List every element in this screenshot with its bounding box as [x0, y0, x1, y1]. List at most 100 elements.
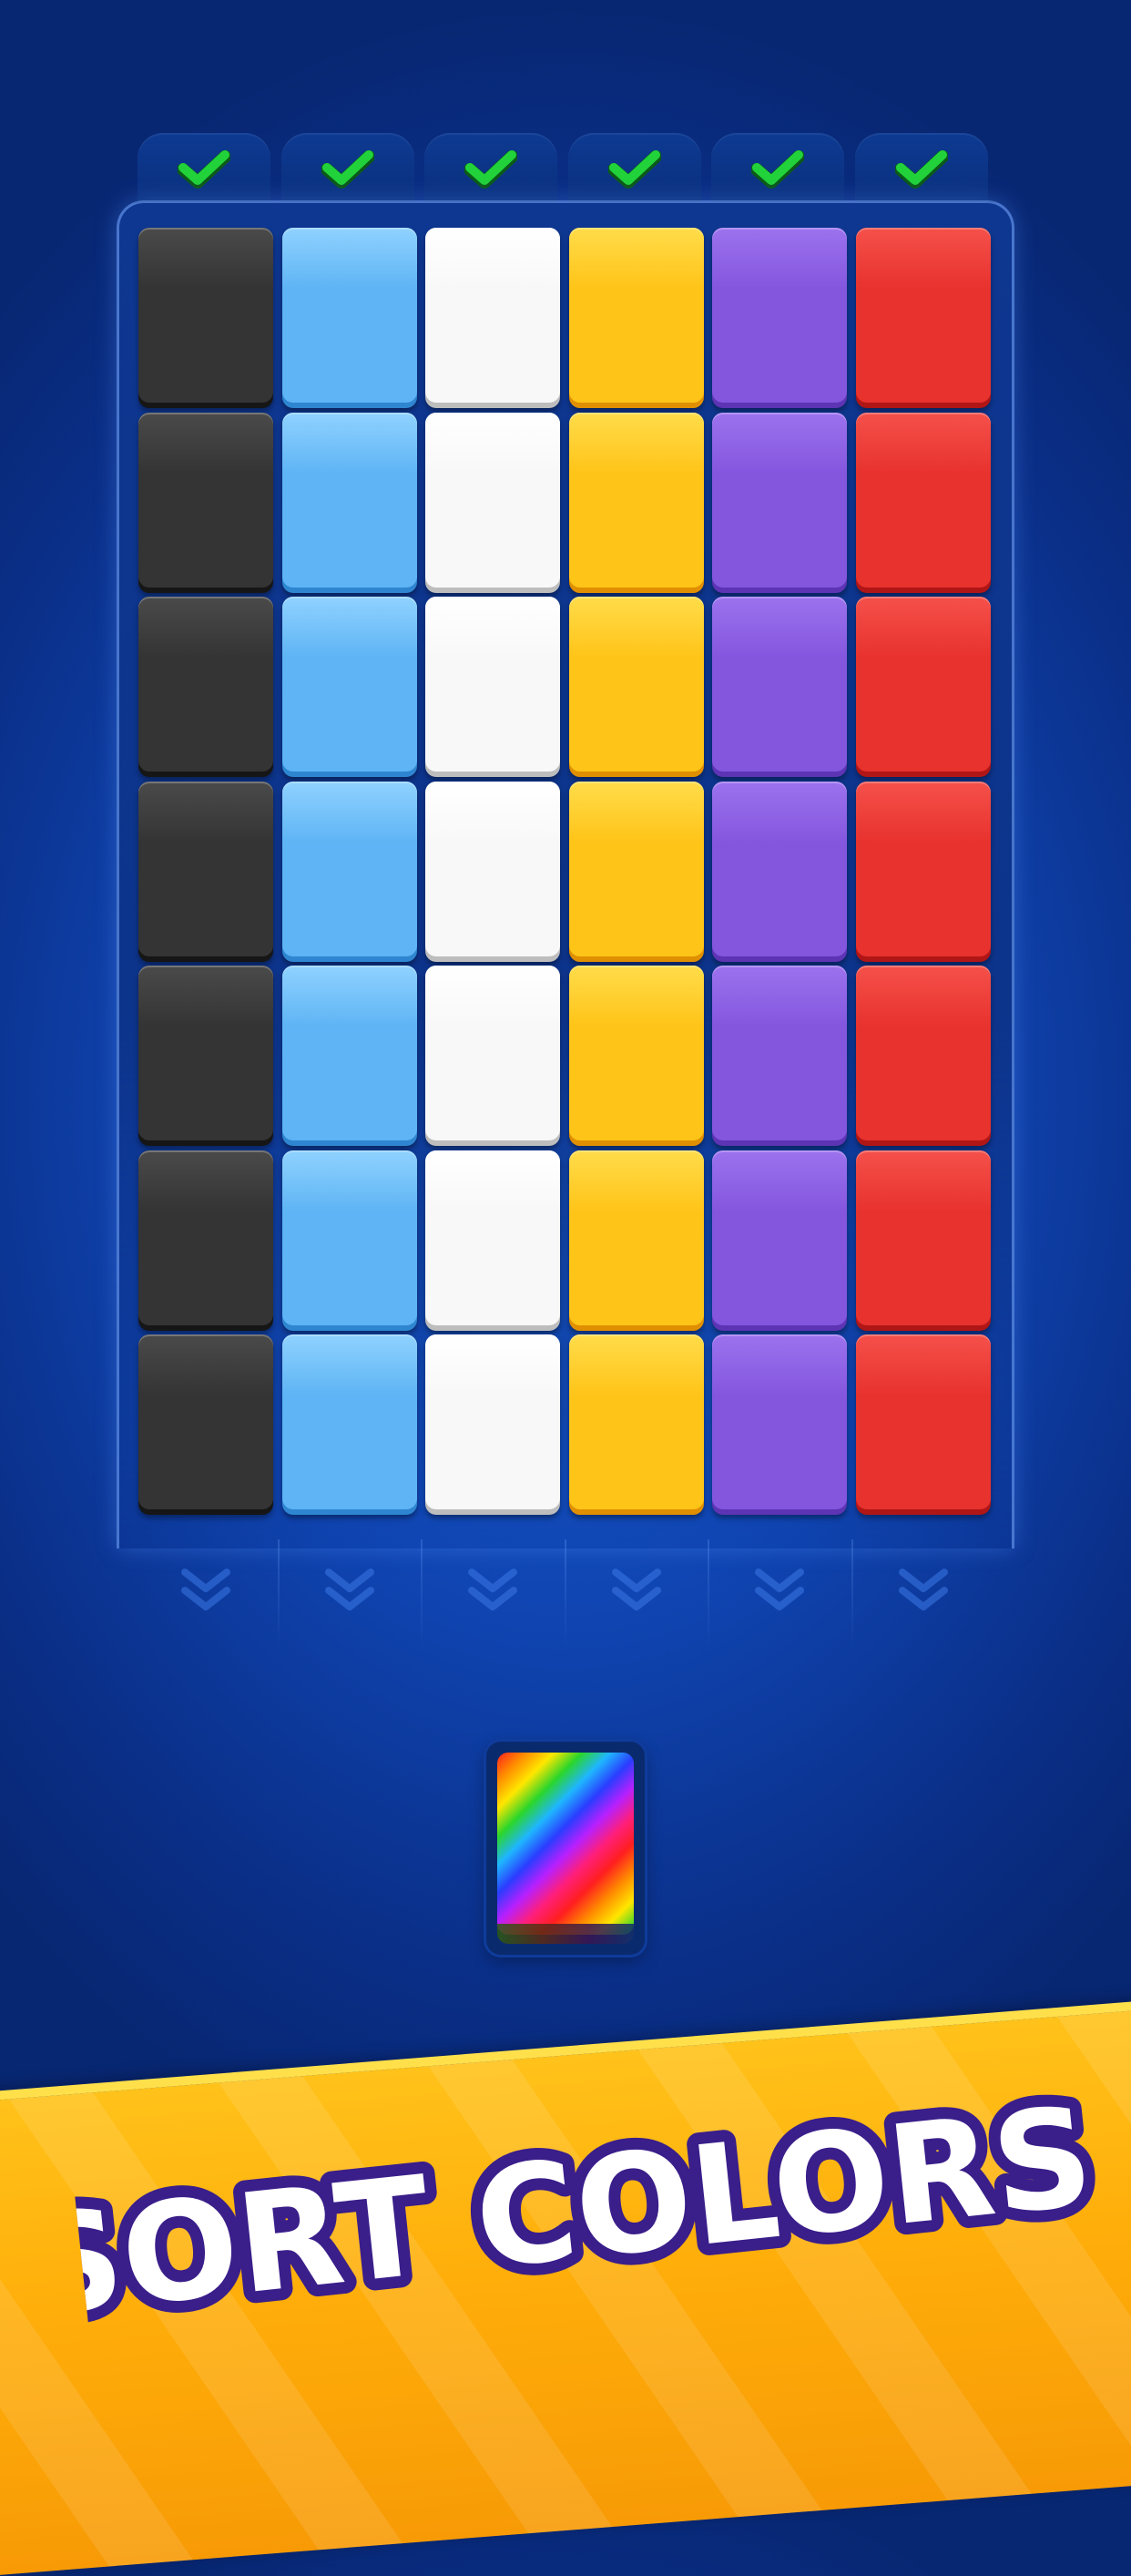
tile-face	[138, 412, 273, 588]
tile-face	[138, 1150, 273, 1325]
tile-black[interactable]	[138, 228, 273, 408]
tile-white[interactable]	[425, 597, 560, 777]
checkmark-icon	[321, 150, 374, 189]
chevron-down-icon	[611, 1569, 661, 1610]
tile-red[interactable]	[855, 1150, 991, 1331]
tile-red[interactable]	[855, 412, 991, 593]
chevron-down-icon	[324, 1569, 374, 1610]
tile-face	[712, 1150, 847, 1325]
tile-red[interactable]	[855, 781, 991, 962]
tile-red[interactable]	[855, 228, 991, 408]
column-tab-purple	[711, 133, 844, 206]
tile-face	[855, 1150, 991, 1325]
tile-face	[138, 966, 273, 1140]
tile-purple[interactable]	[712, 597, 847, 777]
chevron-down-icon	[755, 1569, 804, 1610]
tile-yellow[interactable]	[568, 228, 704, 408]
tile-face	[568, 412, 704, 588]
checkmark-icon	[464, 150, 517, 189]
tile-face	[568, 1150, 704, 1325]
tile-face	[425, 597, 560, 772]
wild-card-slot[interactable]	[486, 1742, 645, 1955]
tile-face	[568, 966, 704, 1140]
tile-face	[855, 966, 991, 1140]
tile-face	[281, 1334, 417, 1509]
rainbow-card[interactable]	[497, 1753, 634, 1935]
tile-face	[568, 1334, 704, 1509]
tile-light-blue[interactable]	[281, 1334, 417, 1515]
tile-face	[138, 597, 273, 772]
tile-red[interactable]	[855, 1334, 991, 1515]
column-tab-red	[854, 133, 988, 206]
tile-face	[712, 966, 847, 1140]
tile-yellow[interactable]	[568, 966, 704, 1146]
tile-white[interactable]	[425, 412, 560, 593]
tile-red[interactable]	[855, 597, 991, 777]
tile-face	[138, 228, 273, 403]
tile-face	[712, 1334, 847, 1509]
tile-face	[425, 781, 560, 956]
tile-light-blue[interactable]	[281, 412, 417, 593]
tile-face	[281, 966, 417, 1140]
tile-white[interactable]	[425, 1334, 560, 1515]
tile-black[interactable]	[138, 966, 273, 1146]
tile-face	[855, 1334, 991, 1509]
column-divider	[421, 1539, 423, 1649]
chevron-down-icon	[181, 1569, 230, 1610]
tile-white[interactable]	[425, 228, 560, 408]
checkmark-icon	[751, 150, 804, 189]
tile-light-blue[interactable]	[281, 781, 417, 962]
tile-face	[281, 1150, 417, 1325]
column-divider	[708, 1539, 709, 1649]
chevron-down-icon	[898, 1569, 948, 1610]
tile-yellow[interactable]	[568, 1334, 704, 1515]
tile-face	[855, 412, 991, 588]
checkmark-icon	[178, 150, 230, 189]
tile-yellow[interactable]	[568, 597, 704, 777]
tile-purple[interactable]	[712, 781, 847, 962]
tile-light-blue[interactable]	[281, 228, 417, 408]
column-divider	[851, 1539, 853, 1649]
column-tab-light-blue	[280, 133, 414, 206]
tile-white[interactable]	[425, 1150, 560, 1331]
tile-purple[interactable]	[712, 966, 847, 1146]
tile-face	[425, 228, 560, 403]
tile-face	[568, 597, 704, 772]
tile-face	[425, 1150, 560, 1325]
tile-black[interactable]	[138, 1150, 273, 1331]
tile-black[interactable]	[138, 781, 273, 962]
chevron-down-icon	[468, 1569, 517, 1610]
tile-face	[855, 597, 991, 772]
tile-yellow[interactable]	[568, 412, 704, 593]
tile-face	[138, 1334, 273, 1509]
column-divider	[277, 1539, 280, 1649]
tile-face	[855, 781, 991, 956]
tile-black[interactable]	[138, 412, 273, 593]
column-tab-black	[138, 133, 270, 206]
tile-purple[interactable]	[712, 1334, 847, 1515]
tile-purple[interactable]	[712, 1150, 847, 1331]
tile-face	[281, 781, 417, 956]
tile-purple[interactable]	[712, 228, 847, 408]
tile-light-blue[interactable]	[281, 597, 417, 777]
tile-yellow[interactable]	[568, 781, 704, 962]
tile-yellow[interactable]	[568, 1150, 704, 1331]
tile-white[interactable]	[425, 966, 560, 1146]
tile-face	[138, 781, 273, 956]
tile-white[interactable]	[425, 781, 560, 962]
tile-face	[425, 966, 560, 1140]
tile-face	[712, 228, 847, 403]
tile-black[interactable]	[138, 1334, 273, 1515]
column-tab-yellow	[567, 133, 701, 206]
tile-face	[568, 781, 704, 956]
column-check-tabs	[0, 0, 1131, 219]
tile-red[interactable]	[855, 966, 991, 1146]
tile-purple[interactable]	[712, 412, 847, 593]
tile-light-blue[interactable]	[281, 966, 417, 1146]
tile-face	[712, 412, 847, 588]
tile-light-blue[interactable]	[281, 1150, 417, 1331]
tile-black[interactable]	[138, 597, 273, 777]
tile-face	[712, 781, 847, 956]
tile-face	[425, 1334, 560, 1509]
tile-face	[281, 412, 417, 588]
